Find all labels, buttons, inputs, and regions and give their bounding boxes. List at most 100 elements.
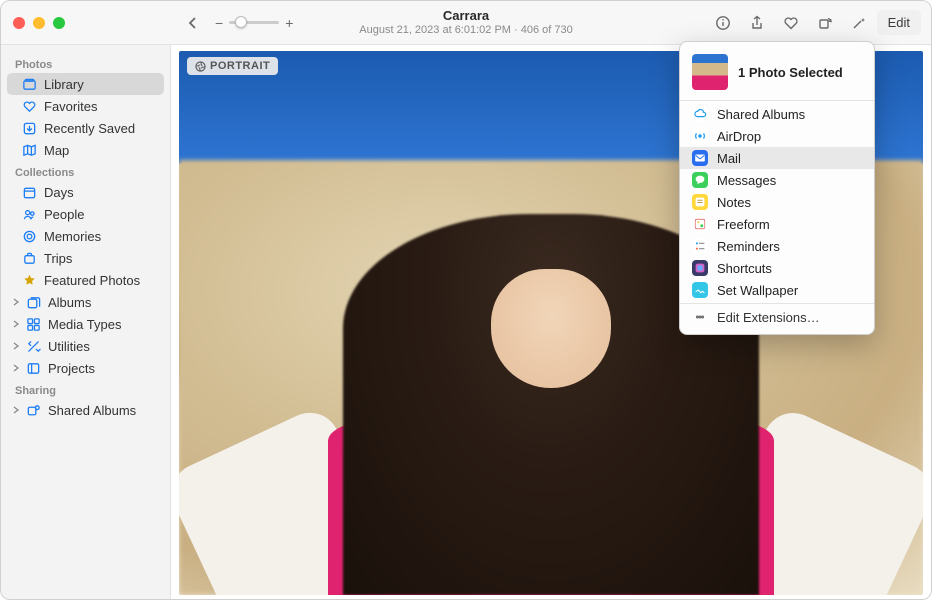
share-item-label: Freeform: [717, 217, 770, 232]
edit-button[interactable]: Edit: [877, 10, 921, 35]
share-button[interactable]: [741, 8, 773, 38]
share-thumbnail: [692, 54, 728, 90]
sidebar-item-label: Favorites: [44, 99, 97, 114]
share-item-set-wallpaper[interactable]: Set Wallpaper: [680, 279, 874, 301]
sidebar-item-label: Media Types: [48, 317, 121, 332]
sidebar-item-albums[interactable]: Albums: [7, 291, 164, 313]
title-center: Carrara August 21, 2023 at 6:01:02 PM · …: [359, 8, 572, 37]
titlebar: − + Carrara August 21, 2023 at 6:01:02 P…: [1, 1, 931, 45]
sidebar-item-featured-photos[interactable]: Featured Photos: [7, 269, 164, 291]
share-item-label: Set Wallpaper: [717, 283, 798, 298]
sidebar-item-utilities[interactable]: Utilities: [7, 335, 164, 357]
sidebar-item-trips[interactable]: Trips: [7, 247, 164, 269]
sidebar-item-memories[interactable]: Memories: [7, 225, 164, 247]
sidebar: Photos Library Favorites Recently Saved …: [1, 45, 171, 599]
sidebar-item-label: Trips: [44, 251, 72, 266]
zoom-slider[interactable]: − +: [215, 15, 293, 31]
zoom-track[interactable]: [229, 21, 279, 24]
sidebar-item-label: Library: [44, 77, 84, 92]
map-icon: [21, 142, 37, 158]
disclosure-icon[interactable]: [11, 406, 21, 414]
share-item-label: Shared Albums: [717, 107, 805, 122]
sidebar-item-media-types[interactable]: Media Types: [7, 313, 164, 335]
share-item-label: Edit Extensions…: [717, 310, 820, 325]
share-item-shortcuts[interactable]: Shortcuts: [680, 257, 874, 279]
share-item-notes[interactable]: Notes: [680, 191, 874, 213]
info-button[interactable]: [707, 8, 739, 38]
sidebar-item-label: Days: [44, 185, 74, 200]
sidebar-section-sharing: Sharing: [1, 379, 170, 399]
share-item-label: Reminders: [717, 239, 780, 254]
sidebar-item-label: Albums: [48, 295, 91, 310]
zoom-in-icon: +: [285, 15, 293, 31]
share-item-shared-albums[interactable]: Shared Albums: [680, 103, 874, 125]
share-item-label: Shortcuts: [717, 261, 772, 276]
sidebar-section-photos: Photos: [1, 53, 170, 73]
utilities-icon: [25, 338, 41, 354]
calendar-icon: [21, 184, 37, 200]
library-icon: [21, 76, 37, 92]
share-item-label: Mail: [717, 151, 741, 166]
sidebar-item-people[interactable]: People: [7, 203, 164, 225]
sidebar-item-label: Utilities: [48, 339, 90, 354]
toolbar-left: − +: [171, 9, 293, 37]
shortcuts-icon: [692, 260, 708, 276]
window-controls: [1, 17, 171, 29]
disclosure-icon[interactable]: [11, 364, 21, 372]
sidebar-item-favorites[interactable]: Favorites: [7, 95, 164, 117]
favorite-button[interactable]: [775, 8, 807, 38]
sidebar-item-label: Memories: [44, 229, 101, 244]
portrait-badge: PORTRAIT: [187, 57, 278, 75]
share-item-label: Notes: [717, 195, 751, 210]
share-item-edit-extensions[interactable]: Edit Extensions…: [680, 306, 874, 328]
albums-icon: [25, 294, 41, 310]
share-item-reminders[interactable]: Reminders: [680, 235, 874, 257]
sidebar-item-label: Shared Albums: [48, 403, 136, 418]
sidebar-item-label: Featured Photos: [44, 273, 140, 288]
sidebar-item-days[interactable]: Days: [7, 181, 164, 203]
share-menu: 1 Photo Selected Shared Albums AirDrop M…: [679, 41, 875, 335]
share-item-freeform[interactable]: Freeform: [680, 213, 874, 235]
photo-title: Carrara: [359, 8, 572, 24]
menu-separator: [680, 100, 874, 101]
heart-icon: [21, 98, 37, 114]
auto-enhance-button[interactable]: [843, 8, 875, 38]
disclosure-icon[interactable]: [11, 320, 21, 328]
share-item-label: AirDrop: [717, 129, 761, 144]
memories-icon: [21, 228, 37, 244]
sidebar-item-label: People: [44, 207, 84, 222]
sidebar-item-projects[interactable]: Projects: [7, 357, 164, 379]
mail-icon: [692, 150, 708, 166]
fullscreen-window-button[interactable]: [53, 17, 65, 29]
rotate-button[interactable]: [809, 8, 841, 38]
wallpaper-icon: [692, 282, 708, 298]
sidebar-item-label: Recently Saved: [44, 121, 135, 136]
menu-separator: [680, 303, 874, 304]
sidebar-section-collections: Collections: [1, 161, 170, 181]
suitcase-icon: [21, 250, 37, 266]
sidebar-item-map[interactable]: Map: [7, 139, 164, 161]
sidebar-item-shared-albums[interactable]: Shared Albums: [7, 399, 164, 421]
messages-icon: [692, 172, 708, 188]
projects-icon: [25, 360, 41, 376]
close-window-button[interactable]: [13, 17, 25, 29]
sidebar-item-library[interactable]: Library: [7, 73, 164, 95]
photos-app-window: − + Carrara August 21, 2023 at 6:01:02 P…: [0, 0, 932, 600]
disclosure-icon[interactable]: [11, 342, 21, 350]
shared-albums-icon: [25, 402, 41, 418]
sidebar-item-recently-saved[interactable]: Recently Saved: [7, 117, 164, 139]
share-menu-header: 1 Photo Selected: [680, 48, 874, 98]
back-button[interactable]: [179, 9, 207, 37]
share-item-messages[interactable]: Messages: [680, 169, 874, 191]
minimize-window-button[interactable]: [33, 17, 45, 29]
zoom-thumb[interactable]: [235, 16, 247, 28]
disclosure-icon[interactable]: [11, 298, 21, 306]
share-item-mail[interactable]: Mail: [680, 147, 874, 169]
download-icon: [21, 120, 37, 136]
media-types-icon: [25, 316, 41, 332]
share-item-label: Messages: [717, 173, 776, 188]
notes-icon: [692, 194, 708, 210]
freeform-icon: [692, 216, 708, 232]
share-item-airdrop[interactable]: AirDrop: [680, 125, 874, 147]
people-icon: [21, 206, 37, 222]
